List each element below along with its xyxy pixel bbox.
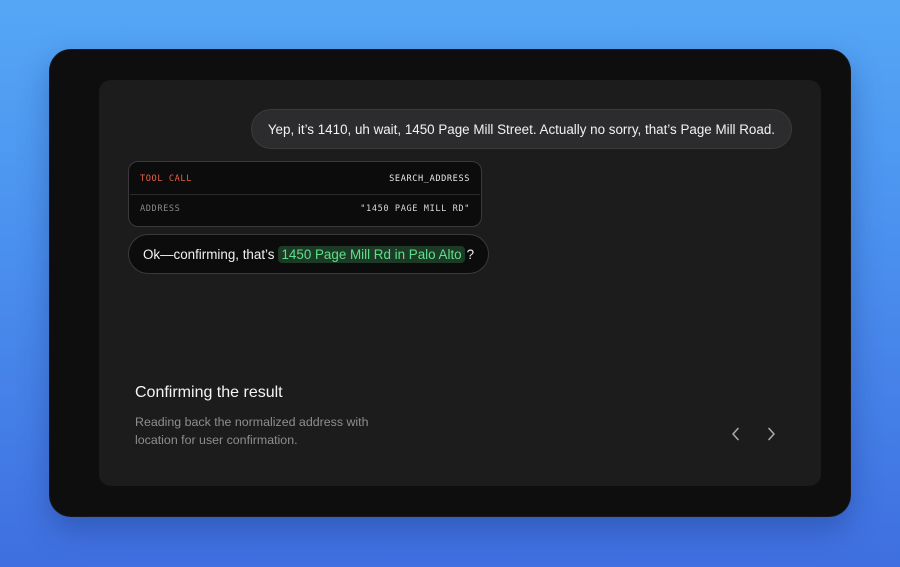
caption-body: Reading back the normalized address with… [135,415,369,447]
agent-reply-bubble: Ok—confirming, that’s 1450 Page Mill Rd … [128,234,490,274]
tool-call-card: TOOL CALL SEARCH_ADDRESS ADDRESS "1450 P… [128,161,482,227]
device-frame: Yep, it’s 1410, uh wait, 1450 Page Mill … [49,49,851,517]
tool-param-key: ADDRESS [140,204,181,214]
tool-param-row: ADDRESS "1450 PAGE MILL RD" [140,194,470,224]
tool-param-value: "1450 PAGE MILL RD" [360,204,470,214]
user-message-bubble: Yep, it’s 1410, uh wait, 1450 Page Mill … [250,109,792,149]
user-message-text: Yep, it’s 1410, uh wait, 1450 Page Mill … [267,121,775,137]
caption-title: Confirming the result [135,384,283,401]
agent-reply-highlight: 1450 Page Mill Rd in Palo Alto [278,245,465,263]
agent-reply-prefix: Ok—confirming, that’s [143,246,275,262]
previous-button[interactable] [724,422,748,446]
chevron-left-icon [732,427,739,441]
chevron-right-icon [768,427,775,441]
tool-call-name: SEARCH_ADDRESS [389,174,470,184]
demo-screen: Yep, it’s 1410, uh wait, 1450 Page Mill … [99,80,821,486]
tool-call-label: TOOL CALL [140,174,192,184]
next-button[interactable] [759,422,783,446]
agent-reply-suffix: ? [466,246,475,262]
tool-call-row: TOOL CALL SEARCH_ADDRESS [140,164,470,194]
